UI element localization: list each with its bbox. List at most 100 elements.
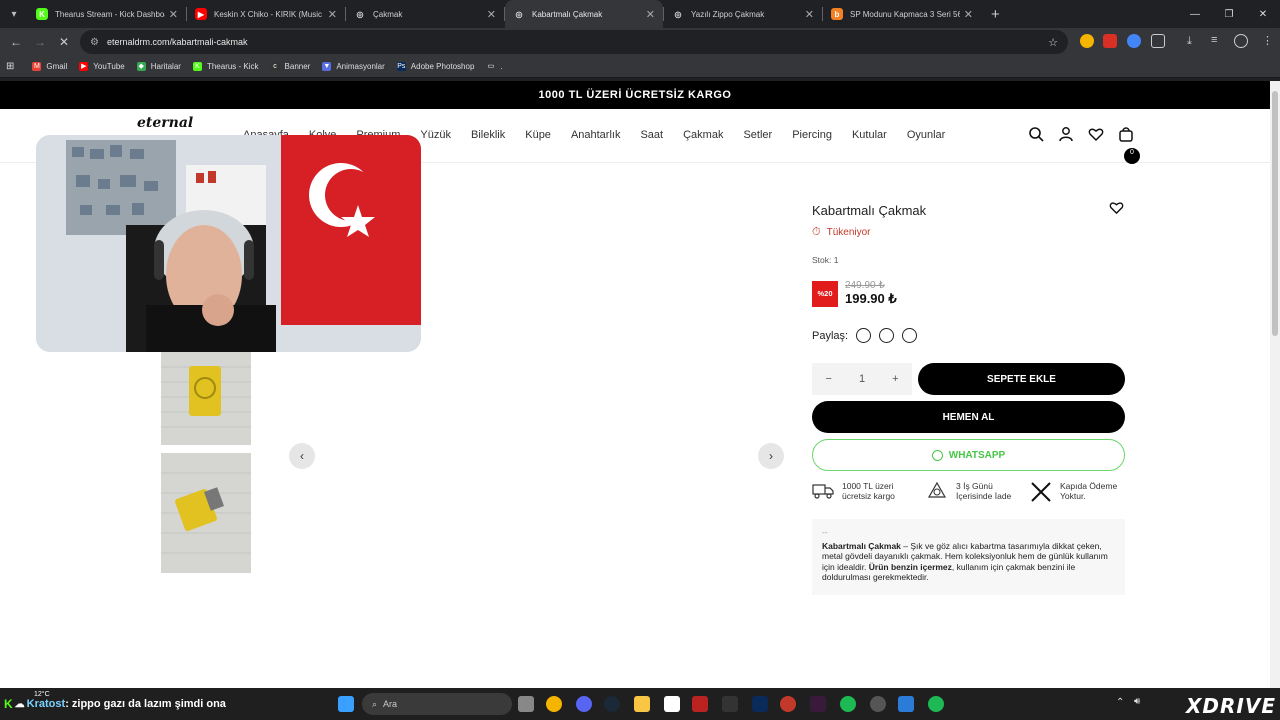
photoshop-icon[interactable]	[752, 696, 768, 712]
steam-icon[interactable]	[604, 696, 620, 712]
browser-tab[interactable]: K Thearus Stream - Kick Dashboar ✕	[28, 0, 186, 28]
increase-quantity-button[interactable]: +	[892, 373, 898, 385]
page-scrollbar[interactable]	[1270, 81, 1280, 688]
chrome-icon[interactable]	[546, 696, 562, 712]
app-icon[interactable]	[898, 696, 914, 712]
bookmark-item[interactable]: M Gmail	[32, 62, 67, 71]
back-icon[interactable]: ←	[4, 35, 28, 49]
app-icon[interactable]	[692, 696, 708, 712]
extensions-puzzle-icon[interactable]	[1151, 34, 1165, 48]
nav-link[interactable]: Kutular	[852, 129, 887, 141]
nav-link[interactable]: Anahtarlık	[571, 129, 621, 141]
tab-search-button[interactable]: ▾	[0, 0, 28, 28]
quantity-value[interactable]: 1	[859, 373, 865, 385]
menu-icon[interactable]: ⋮	[1262, 34, 1276, 48]
browser-tab[interactable]: ◎ Kabartmalı Çakmak ✕	[505, 0, 663, 28]
whatsapp-share-icon[interactable]	[856, 328, 872, 343]
nav-link[interactable]: Yüzük	[420, 129, 451, 141]
tab-favicon-icon: ◎	[674, 9, 682, 19]
capcut-icon[interactable]	[664, 696, 680, 712]
product-thumbnail[interactable]	[161, 352, 251, 445]
nav-link[interactable]: Setler	[743, 129, 772, 141]
search-icon[interactable]	[1028, 126, 1044, 142]
bookmark-item[interactable]: ▶ YouTube	[79, 62, 125, 71]
bookmark-item[interactable]: ◆ Haritalar	[136, 62, 181, 71]
tab-close-icon[interactable]: ✕	[169, 8, 178, 21]
nav-link[interactable]: Piercing	[792, 129, 832, 141]
tab-title: Keskin X Chiko - KIRIK (Music V	[214, 9, 324, 19]
app-icon[interactable]	[780, 696, 796, 712]
browser-tab[interactable]: ▶ Keskin X Chiko - KIRIK (Music V ✕	[187, 0, 345, 28]
cart-icon[interactable]: 0	[1118, 126, 1140, 164]
restore-icon[interactable]: ❐	[1212, 9, 1246, 20]
close-window-icon[interactable]: ✕	[1246, 9, 1280, 20]
whatsapp-order-button[interactable]: WHATSAPP	[812, 439, 1125, 471]
nav-link[interactable]: Küpe	[525, 129, 551, 141]
forward-icon[interactable]: →	[28, 35, 52, 49]
taskbar: K ☁ 12°C Kratost : zippo gazı da lazım ş…	[0, 688, 1280, 720]
new-tab-button[interactable]: +	[991, 6, 1000, 23]
nav-link[interactable]: Çakmak	[683, 129, 723, 141]
address-bar[interactable]: ⚙ eternaldrm.com/kabartmali-cakmak ☆	[80, 30, 1068, 54]
facebook-share-icon[interactable]	[879, 328, 895, 343]
tab-close-icon[interactable]: ✕	[964, 8, 973, 21]
product-thumbnail[interactable]	[161, 453, 251, 573]
add-to-cart-button[interactable]: SEPETE EKLE	[918, 363, 1125, 395]
volume-icon[interactable]: 🔊︎	[1134, 696, 1140, 707]
extension-icon[interactable]	[1080, 34, 1094, 48]
file-explorer-icon[interactable]	[634, 696, 650, 712]
taskview-icon[interactable]	[518, 696, 534, 712]
extension-icon[interactable]	[1103, 34, 1117, 48]
wishlist-heart-icon[interactable]	[1088, 126, 1104, 142]
nav-link[interactable]: Saat	[640, 129, 663, 141]
nav-link[interactable]: Oyunlar	[907, 129, 946, 141]
share-link-icon[interactable]	[902, 328, 918, 343]
description-bold: Kabartmalı Çakmak	[822, 540, 901, 551]
tab-favicon-icon: b	[831, 8, 843, 20]
apps-grid-icon[interactable]: ⊞	[6, 61, 14, 72]
bookmark-item[interactable]: c Banner	[270, 62, 310, 71]
windows-start-icon[interactable]	[338, 696, 354, 712]
decrease-quantity-button[interactable]: −	[826, 373, 832, 385]
tab-close-icon[interactable]: ✕	[646, 8, 655, 21]
spotify-icon[interactable]	[928, 696, 944, 712]
carousel-next-button[interactable]: ›	[758, 443, 784, 469]
bookmark-star-icon[interactable]: ☆	[1048, 36, 1058, 49]
taskbar-search[interactable]: ⌕ Ara	[362, 693, 512, 715]
tab-close-icon[interactable]: ✕	[805, 8, 814, 21]
app-icon[interactable]	[810, 696, 826, 712]
profile-avatar[interactable]	[1234, 34, 1248, 48]
tab-close-icon[interactable]: ✕	[487, 8, 496, 21]
browser-tab[interactable]: ◎ Yazılı Zippo Çakmak ✕	[664, 0, 822, 28]
site-logo[interactable]: eternal	[137, 115, 193, 131]
stop-loading-icon[interactable]: ✕	[52, 35, 76, 49]
media-icon[interactable]: ≡	[1211, 34, 1225, 48]
feature-no-cod: Kapıda Ödeme Yoktur.	[1030, 481, 1120, 502]
minimize-icon[interactable]: —	[1178, 9, 1212, 20]
bookmark-item[interactable]: Ps Adobe Photoshop	[396, 62, 474, 71]
recycle-icon	[926, 481, 948, 501]
epic-games-icon[interactable]	[722, 696, 738, 712]
account-icon[interactable]	[1058, 126, 1074, 142]
web-page: 1000 TL ÜZERİ ÜCRETSİZ KARGO eternal Ana…	[0, 81, 1270, 688]
whatsapp-icon	[931, 449, 943, 461]
browser-tab[interactable]: b SP Modunu Kapmaca 3 Seri 56 ✕	[823, 0, 981, 28]
site-info-icon[interactable]: ⚙	[90, 37, 99, 48]
app-icon[interactable]	[870, 696, 886, 712]
spotify-icon[interactable]	[840, 696, 856, 712]
tab-close-icon[interactable]: ✕	[328, 8, 337, 21]
chat-overlay: K ☁ 12°C Kratost : zippo gazı da lazım ş…	[4, 688, 226, 720]
favorite-heart-icon[interactable]	[1109, 201, 1124, 220]
bookmark-label: .	[500, 62, 503, 71]
carousel-prev-button[interactable]: ‹	[289, 443, 315, 469]
tray-chevron-icon[interactable]: ⌃	[1116, 697, 1124, 708]
nav-link[interactable]: Bileklik	[471, 129, 505, 141]
extension-icon[interactable]	[1127, 34, 1141, 48]
bookmark-item[interactable]: ▭.	[486, 62, 503, 71]
discord-icon[interactable]	[576, 696, 592, 712]
browser-tab[interactable]: ◎ Çakmak ✕	[346, 0, 504, 28]
downloads-icon[interactable]: ⤓	[1187, 35, 1201, 49]
bookmark-item[interactable]: ▼ Animasyonlar	[322, 62, 385, 71]
bookmark-item[interactable]: K Thearus - Kick	[192, 62, 259, 71]
buy-now-button[interactable]: HEMEN AL	[812, 401, 1125, 433]
